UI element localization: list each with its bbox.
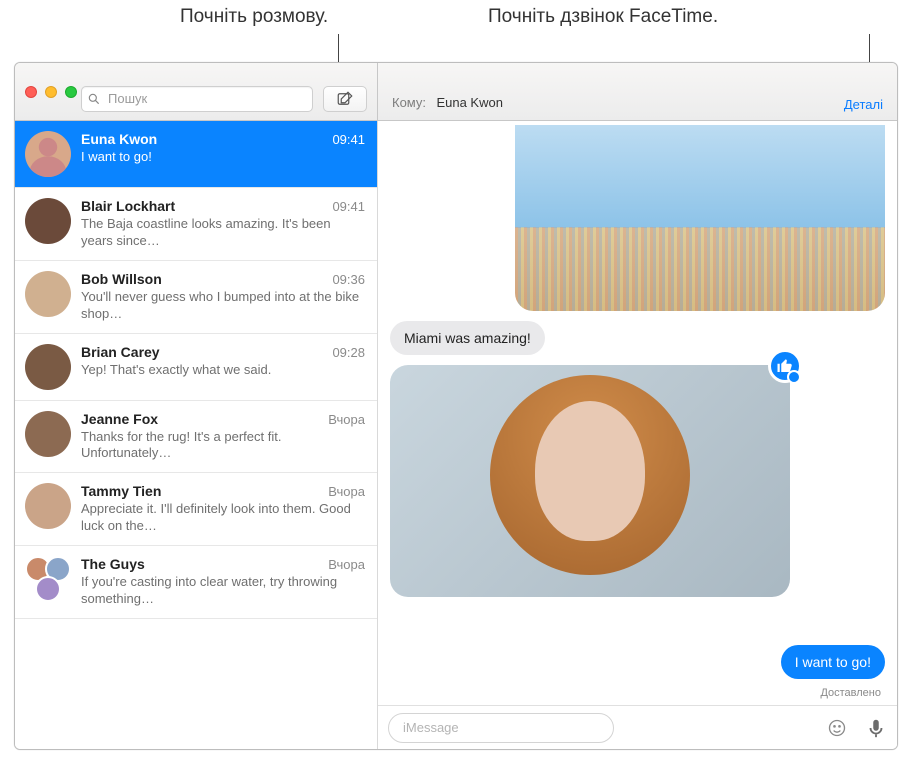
incoming-photo-message[interactable]: [390, 365, 790, 597]
conversation-time: 09:41: [332, 132, 365, 147]
conversation-time: 09:36: [332, 272, 365, 287]
conversation-item[interactable]: The Guys Вчора If you're casting into cle…: [15, 546, 377, 619]
compose-button[interactable]: [323, 86, 367, 112]
conversation-preview: Appreciate it. I'll definitely look into…: [81, 501, 365, 535]
conversation-time: Вчора: [328, 412, 365, 427]
to-label: Кому:: [392, 95, 426, 110]
avatar: [25, 344, 71, 390]
zoom-button[interactable]: [65, 86, 77, 98]
conversation-item[interactable]: Blair Lockhart 09:41 The Baja coastline l…: [15, 188, 377, 261]
message-composer: [378, 705, 897, 749]
conversation-item[interactable]: Brian Carey 09:28 Yep! That's exactly wha…: [15, 334, 377, 401]
close-button[interactable]: [25, 86, 37, 98]
titlebar-right: Кому: Euna Kwon Деталі: [378, 63, 897, 120]
conversation-name: Bob Willson: [81, 271, 162, 287]
conversation-item[interactable]: Euna Kwon 09:41 I want to go!: [15, 121, 377, 188]
avatar: [25, 411, 71, 457]
search-icon: [87, 92, 101, 106]
group-avatar: [25, 556, 71, 602]
avatar: [25, 131, 71, 177]
avatar: [25, 271, 71, 317]
conversation-name: The Guys: [81, 556, 145, 572]
conversation-preview: If you're casting into clear water, try …: [81, 574, 365, 608]
callout-compose: Почніть розмову.: [180, 6, 328, 28]
microphone-icon[interactable]: [865, 717, 887, 739]
conversation-list[interactable]: Euna Kwon 09:41 I want to go! Blair Lock…: [15, 121, 378, 749]
conversation-item[interactable]: Tammy Tien Вчора Appreciate it. I'll defi…: [15, 473, 377, 546]
conversation-preview: You'll never guess who I bumped into at …: [81, 289, 365, 323]
conversation-name: Tammy Tien: [81, 483, 161, 499]
incoming-photo-message[interactable]: [515, 125, 885, 311]
outgoing-text-message[interactable]: I want to go!: [781, 645, 885, 679]
conversation-name: Euna Kwon: [81, 131, 157, 147]
messages-window: Кому: Euna Kwon Деталі Euna Kwon 09:41 I…: [14, 62, 898, 750]
window-body: Euna Kwon 09:41 I want to go! Blair Lock…: [15, 121, 897, 749]
conversation-preview: Yep! That's exactly what we said.: [81, 362, 365, 379]
minimize-button[interactable]: [45, 86, 57, 98]
chat-pane: Miami was amazing! I want to go! Доставл…: [378, 121, 897, 749]
callout-facetime: Почніть дзвінок FaceTime.: [488, 6, 718, 28]
conversation-item[interactable]: Jeanne Fox Вчора Thanks for the rug! It's…: [15, 401, 377, 474]
to-field: Кому: Euna Kwon: [392, 94, 503, 112]
compose-icon: [336, 90, 354, 108]
conversation-preview: Thanks for the rug! It's a perfect fit. …: [81, 429, 365, 463]
to-name: Euna Kwon: [436, 95, 503, 110]
tapback-like-badge[interactable]: [768, 349, 802, 383]
conversation-name: Brian Carey: [81, 344, 160, 360]
window-controls: [15, 86, 77, 98]
conversation-preview: The Baja coastline looks amazing. It's b…: [81, 216, 365, 250]
conversation-name: Jeanne Fox: [81, 411, 158, 427]
conversation-time: Вчора: [328, 557, 365, 572]
smiley-icon[interactable]: [827, 718, 847, 738]
conversation-name: Blair Lockhart: [81, 198, 175, 214]
titlebar-left: [15, 63, 378, 120]
incoming-text-message[interactable]: Miami was amazing!: [390, 321, 545, 355]
thumbs-up-icon: [776, 357, 794, 375]
conversation-time: 09:41: [332, 199, 365, 214]
search-field-wrap: [81, 86, 313, 112]
delivery-status: Доставлено: [820, 687, 881, 699]
message-list[interactable]: Miami was amazing! I want to go! Доставл…: [378, 121, 897, 705]
conversation-item[interactable]: Bob Willson 09:36 You'll never guess who …: [15, 261, 377, 334]
conversation-time: 09:28: [332, 345, 365, 360]
message-input[interactable]: [388, 713, 614, 743]
conversation-time: Вчора: [328, 484, 365, 499]
conversation-preview: I want to go!: [81, 149, 365, 166]
details-button[interactable]: Деталі: [844, 97, 883, 112]
search-input[interactable]: [81, 86, 313, 112]
avatar: [25, 483, 71, 529]
avatar: [25, 198, 71, 244]
titlebar: Кому: Euna Kwon Деталі: [15, 63, 897, 121]
